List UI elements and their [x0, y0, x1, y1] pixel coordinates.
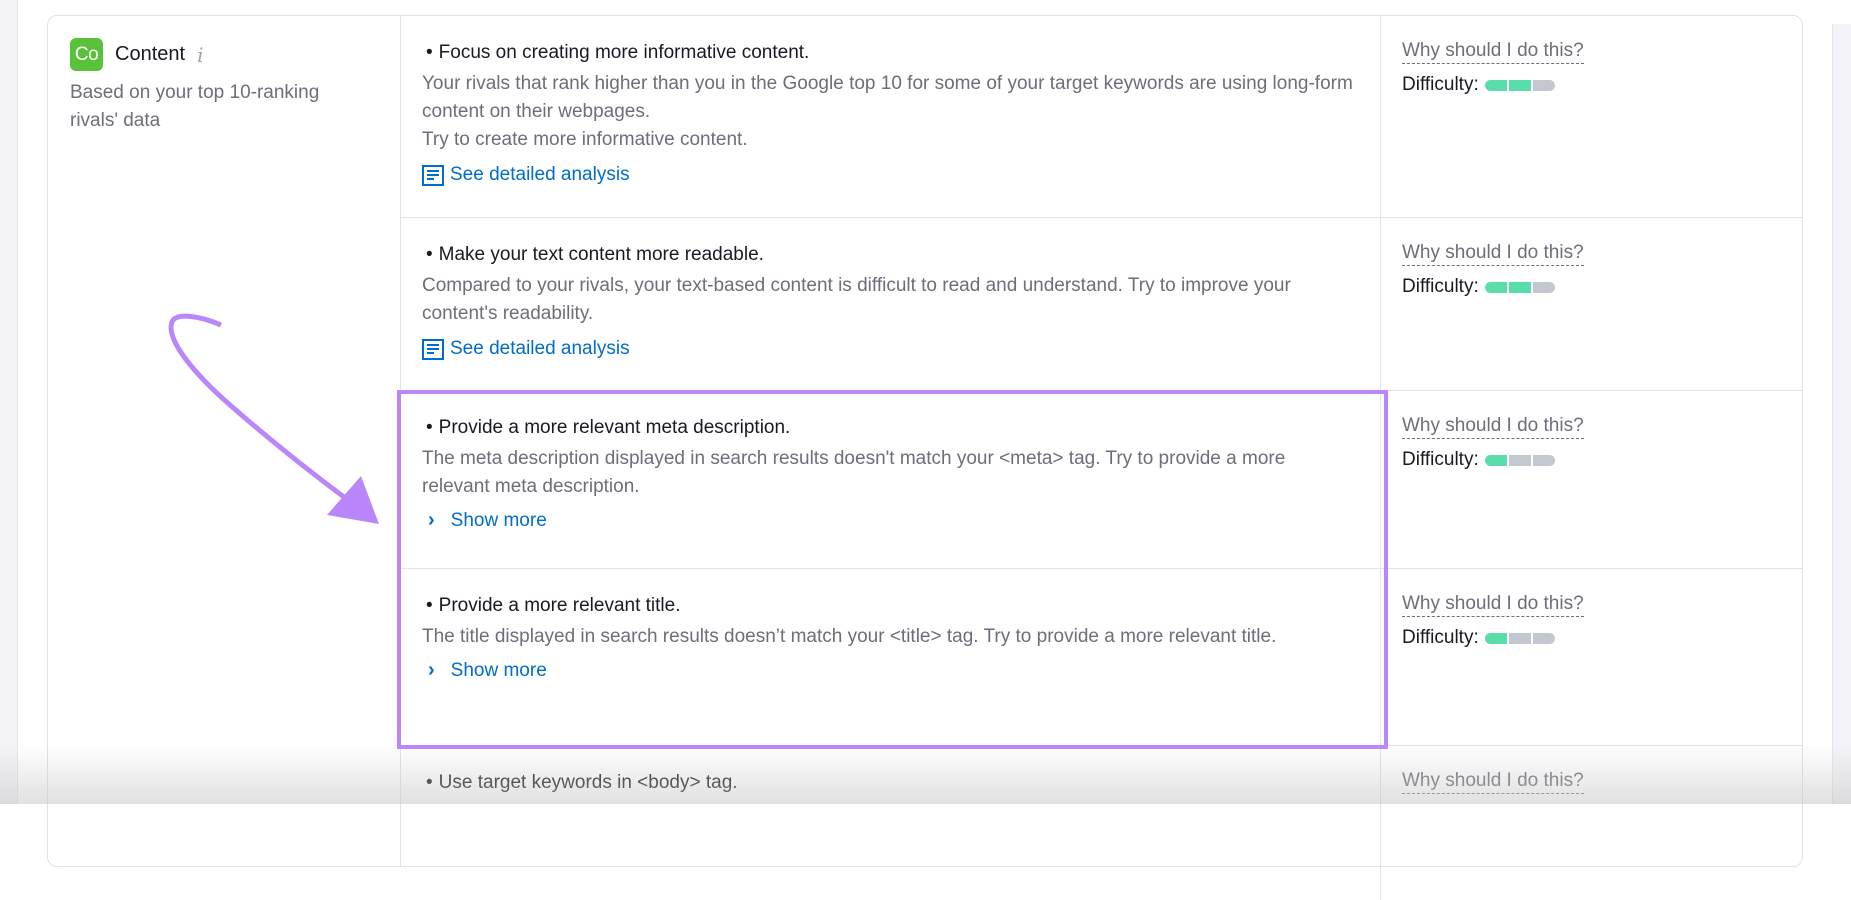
link-label: See detailed analysis — [450, 338, 630, 359]
recommendation-title-text: Provide a more relevant title. — [438, 595, 681, 616]
recommendation-meta: Why should I do this? — [1402, 770, 1584, 794]
why-should-i-do-this-link[interactable]: Why should I do this? — [1402, 242, 1584, 266]
difficulty: Difficulty: — [1402, 276, 1584, 298]
recommendation-title: • Provide a more relevant title. — [422, 593, 1358, 619]
recommendation-row-3: • Provide a more relevant meta descriptio… — [400, 391, 1802, 569]
difficulty-segment — [1484, 454, 1507, 466]
recommendation-title-text: Provide a more relevant meta description… — [438, 417, 791, 438]
link-label: Show more — [450, 659, 547, 681]
chevron-right-icon: › — [428, 659, 435, 681]
recommendation-description: The meta description displayed in search… — [422, 448, 1286, 497]
difficulty-label: Difficulty: — [1402, 627, 1479, 648]
recommendation-body: • Use target keywords in <body> tag. — [400, 746, 1381, 900]
category-subtitle: Based on your top 10-ranking rivals' dat… — [70, 82, 320, 131]
bullet-icon: • — [426, 772, 433, 793]
right-scroll-strip — [1832, 24, 1851, 804]
difficulty-segment — [1532, 632, 1555, 644]
difficulty-bar — [1484, 79, 1555, 91]
difficulty-segment — [1508, 632, 1531, 644]
link-label: See detailed analysis — [450, 164, 630, 185]
why-should-i-do-this-link[interactable]: Why should I do this? — [1402, 593, 1584, 617]
difficulty-segment — [1508, 454, 1531, 466]
recommendation-meta: Why should I do this? Difficulty: — [1402, 40, 1584, 96]
difficulty-segment — [1508, 281, 1531, 293]
left-background-strip — [0, 0, 18, 804]
bullet-icon: • — [426, 42, 433, 63]
bullet-icon: • — [426, 244, 433, 265]
recommendation-title-text: Make your text content more readable. — [438, 244, 764, 265]
difficulty-label: Difficulty: — [1402, 449, 1479, 470]
recommendation-title-text: Use target keywords in <body> tag. — [438, 772, 738, 793]
why-should-i-do-this-link[interactable]: Why should I do this? — [1402, 40, 1584, 64]
recommendation-meta: Why should I do this? Difficulty: — [1402, 415, 1584, 471]
difficulty-segment — [1508, 79, 1531, 91]
document-icon — [422, 338, 444, 360]
recommendation-row-4: • Provide a more relevant title. The titl… — [400, 569, 1802, 746]
difficulty: Difficulty: — [1402, 627, 1584, 649]
recommendation-body: • Focus on creating more informative cont… — [400, 16, 1381, 217]
category-title: Content — [115, 43, 186, 65]
difficulty: Difficulty: — [1402, 449, 1584, 471]
difficulty-bar — [1484, 454, 1555, 466]
recommendation-row-2: • Make your text content more readable. C… — [400, 218, 1802, 391]
recommendation-description: The title displayed in search results do… — [422, 626, 1277, 647]
difficulty-label: Difficulty: — [1402, 74, 1479, 95]
recommendation-title: • Make your text content more readable. — [422, 242, 1358, 268]
see-detailed-analysis-link[interactable]: See detailed analysis — [422, 338, 630, 360]
document-icon — [422, 164, 444, 186]
difficulty-segment — [1532, 79, 1555, 91]
info-icon[interactable]: i — [197, 43, 203, 67]
recommendation-row-5: • Use target keywords in <body> tag. Why … — [400, 746, 1802, 900]
link-label: Show more — [450, 509, 547, 531]
chevron-right-icon: › — [428, 509, 435, 531]
difficulty-segment — [1484, 632, 1507, 644]
difficulty-segment — [1484, 281, 1507, 293]
recommendation-title: • Use target keywords in <body> tag. — [422, 770, 1358, 796]
recommendation-body: • Make your text content more readable. C… — [400, 218, 1381, 390]
show-more-link[interactable]: › Show more — [422, 659, 547, 682]
difficulty-segment — [1532, 454, 1555, 466]
difficulty-bar — [1484, 281, 1555, 293]
category-header: Co Content i — [70, 38, 203, 71]
bullet-icon: • — [426, 417, 433, 438]
recommendation-title: • Provide a more relevant meta descriptio… — [422, 415, 1358, 441]
show-more-link[interactable]: › Show more — [422, 509, 547, 532]
why-should-i-do-this-link[interactable]: Why should I do this? — [1402, 415, 1584, 439]
difficulty-segment — [1484, 79, 1507, 91]
bullet-icon: • — [426, 595, 433, 616]
difficulty-segment — [1532, 281, 1555, 293]
recommendation-description: Your rivals that rank higher than you in… — [422, 73, 1353, 150]
recommendation-title: • Focus on creating more informative cont… — [422, 40, 1358, 66]
difficulty: Difficulty: — [1402, 74, 1584, 96]
difficulty-bar — [1484, 632, 1555, 644]
category-column: Co Content i Based on your top 10-rankin… — [48, 16, 401, 866]
recommendation-description: Compared to your rivals, your text-based… — [422, 275, 1291, 324]
difficulty-label: Difficulty: — [1402, 276, 1479, 297]
recommendation-meta: Why should I do this? Difficulty: — [1402, 242, 1584, 298]
recommendation-meta: Why should I do this? Difficulty: — [1402, 593, 1584, 649]
recommendation-title-text: Focus on creating more informative conte… — [438, 42, 810, 63]
recommendation-body: • Provide a more relevant title. The titl… — [400, 569, 1381, 745]
see-detailed-analysis-link[interactable]: See detailed analysis — [422, 164, 630, 186]
recommendation-row-1: • Focus on creating more informative cont… — [400, 16, 1802, 218]
recommendation-body: • Provide a more relevant meta descriptio… — [400, 391, 1381, 568]
why-should-i-do-this-link[interactable]: Why should I do this? — [1402, 770, 1584, 794]
category-badge: Co — [70, 38, 103, 71]
